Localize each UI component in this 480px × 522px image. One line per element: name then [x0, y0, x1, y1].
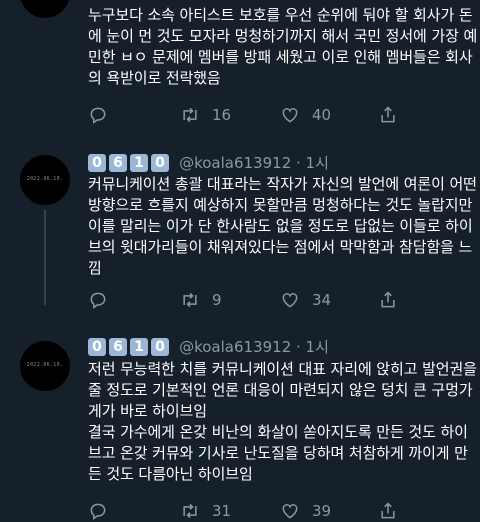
retweet-button[interactable]: 31: [180, 500, 231, 522]
tweet-header: 0610 @koala613912 · 1시: [88, 152, 329, 174]
number-badge: 6: [109, 153, 127, 172]
like-button[interactable]: 40: [280, 104, 331, 126]
number-badge: 0: [88, 337, 106, 356]
share-button[interactable]: [378, 500, 398, 522]
share-icon: [381, 502, 395, 519]
avatar-text: 2022.06.10.: [26, 176, 64, 182]
avatar[interactable]: 2022.06.10.: [20, 341, 70, 391]
avatar[interactable]: 2022.06.10.: [20, 155, 70, 205]
number-badge: 0: [88, 153, 106, 172]
thread-line: [44, 210, 46, 305]
tweet-item[interactable]: 2022.06.10. 0610 @koala613912 · 1시 저런 무능…: [0, 320, 480, 520]
tweet-text: 저런 무능력한 치를 커뮤니케이션 대표 자리에 앉히고 발언권을 줄 정도로 …: [88, 360, 477, 483]
share-button[interactable]: [378, 289, 398, 311]
number-badge: 6: [109, 337, 127, 356]
reply-icon: [90, 503, 106, 520]
tweet-actions: 16 40: [88, 104, 468, 126]
retweet-count: 16: [212, 106, 232, 124]
tweet-text: 누구보다 소속 아티스트 보호를 우선 순위에 둬야 할 회사가 돈에 눈이 먼…: [88, 6, 478, 87]
like-button[interactable]: 39: [280, 500, 331, 522]
like-button[interactable]: 34: [280, 289, 331, 311]
share-icon: [381, 106, 395, 123]
retweet-button[interactable]: 9: [180, 289, 222, 311]
retweet-icon: [183, 292, 197, 308]
reply-button[interactable]: [88, 289, 108, 311]
retweet-button[interactable]: 16: [180, 104, 231, 126]
tweet-text: 커뮤니케이션 총괄 대표라는 작자가 자신의 발언에 여론이 어떤 방향으로 흐…: [88, 175, 477, 277]
reply-icon: [90, 292, 106, 309]
tweet-actions: 31 39: [88, 500, 468, 522]
retweet-count: 31: [212, 502, 232, 520]
user-handle[interactable]: @koala613912 · 1시: [179, 154, 329, 172]
number-badge: 0: [151, 337, 169, 356]
avatar-text: 2022.06.10.: [26, 362, 64, 368]
tweet-item[interactable]: 2022.06.10. 0610 @koala613912 · 1시 커뮤니케이…: [0, 135, 480, 309]
retweet-icon: [183, 107, 197, 123]
reply-button[interactable]: [88, 500, 108, 522]
share-button[interactable]: [378, 104, 398, 126]
number-badge: 1: [130, 153, 148, 172]
user-handle[interactable]: @koala613912 · 1시: [179, 338, 329, 356]
number-badge: 1: [130, 337, 148, 356]
reply-icon: [90, 107, 106, 124]
retweet-count: 9: [212, 291, 222, 309]
like-icon: [282, 108, 298, 123]
share-icon: [381, 291, 395, 308]
tweet-header: 0610 @koala613912 · 1시: [88, 336, 329, 358]
reply-button[interactable]: [88, 104, 108, 126]
avatar[interactable]: [20, 0, 70, 18]
number-badge: 0: [151, 153, 169, 172]
like-count: 39: [312, 502, 332, 520]
retweet-icon: [183, 503, 197, 519]
tweet-item[interactable]: 누구보다 소속 아티스트 보호를 우선 순위에 둬야 할 회사가 돈에 눈이 먼…: [0, 0, 480, 135]
like-count: 40: [312, 106, 332, 124]
like-icon: [282, 504, 298, 519]
like-count: 34: [312, 291, 332, 309]
like-icon: [282, 293, 298, 308]
tweet-actions: 9 34: [88, 289, 468, 311]
